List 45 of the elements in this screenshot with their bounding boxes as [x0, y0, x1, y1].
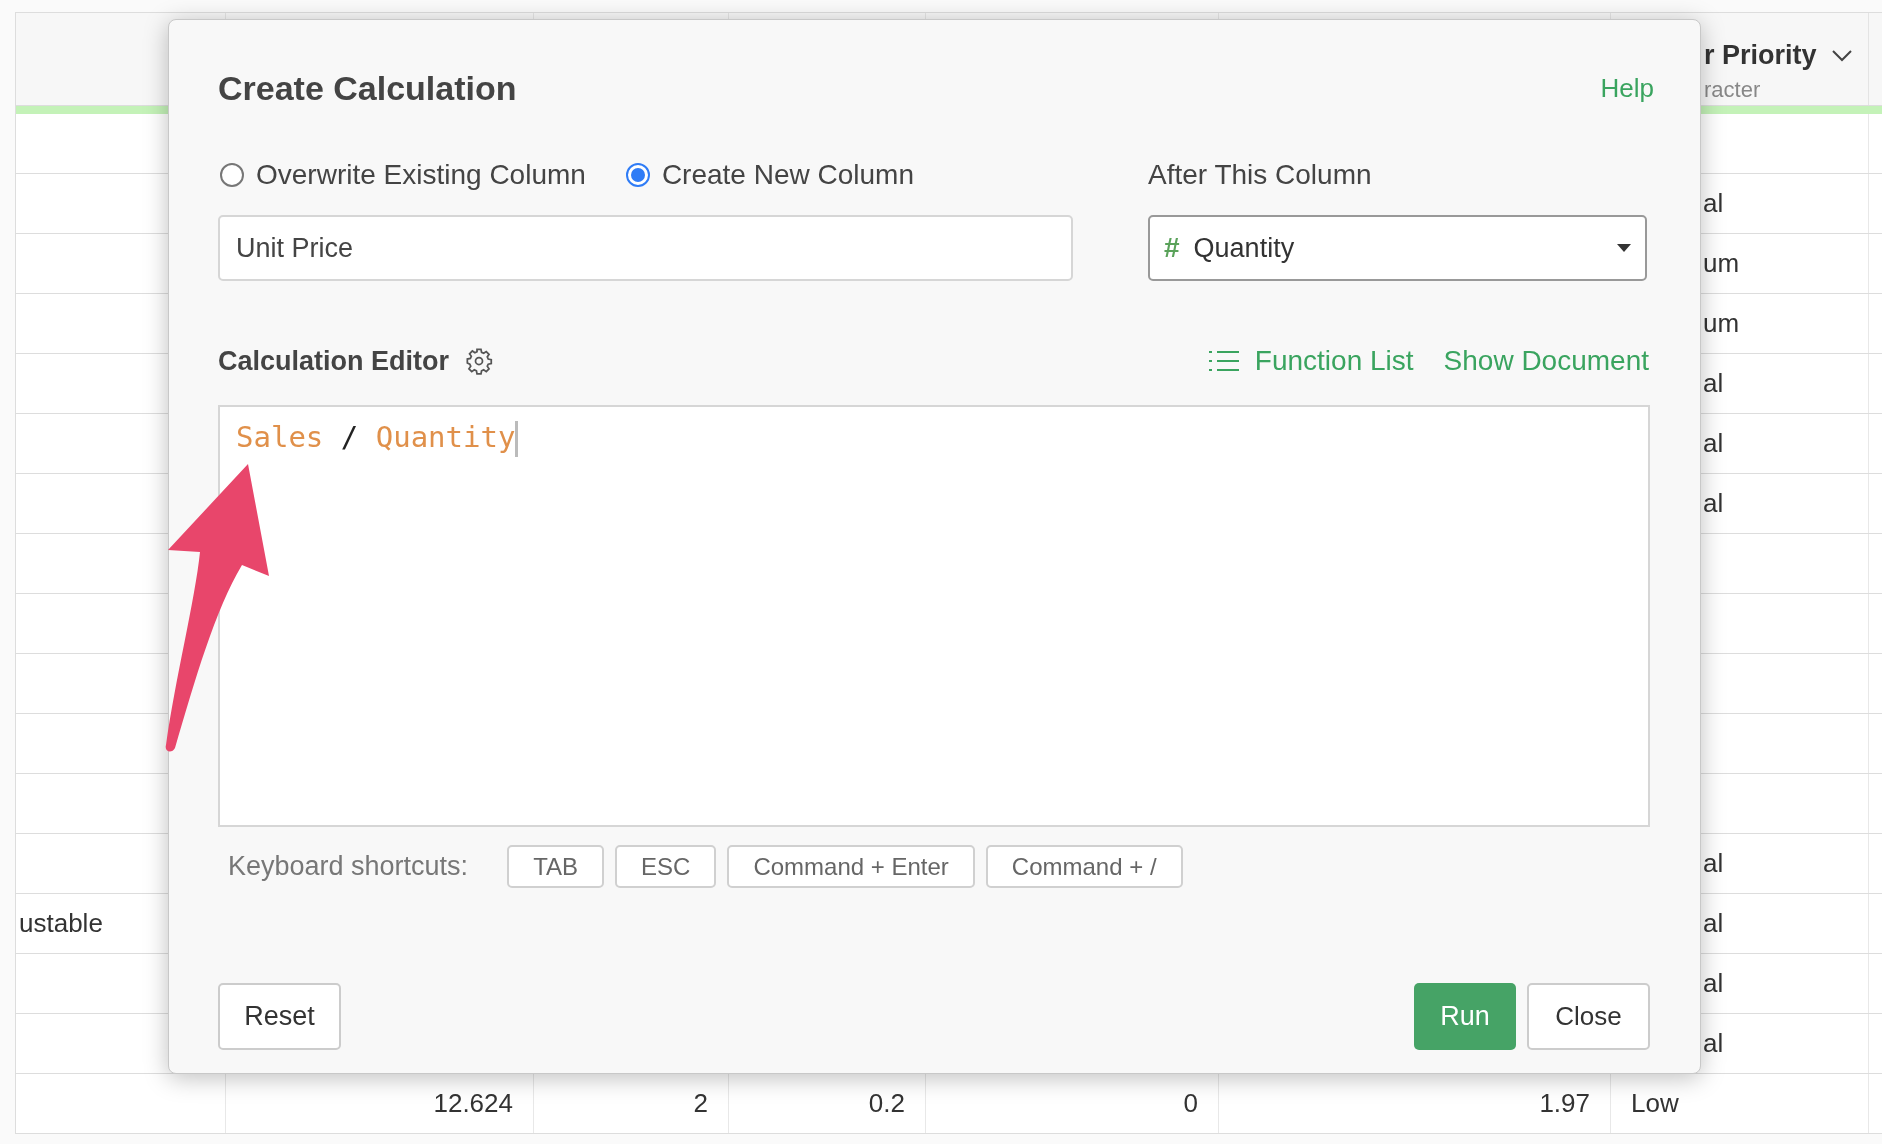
radio-button[interactable] [220, 163, 244, 187]
shortcut-key: ESC [615, 845, 717, 888]
table-cell-text: al [1703, 427, 1724, 460]
table-cell-text: al [1703, 487, 1724, 520]
table-cell-text: ustable [19, 907, 103, 940]
code-token: Sales [236, 420, 324, 454]
table-cell-text: al [1703, 907, 1724, 940]
caret-icon [1617, 244, 1631, 252]
radio-option[interactable]: Overwrite Existing Column [220, 154, 586, 196]
table-cell-text: 0.2 [868, 1087, 905, 1120]
shortcut-key: TAB [507, 845, 605, 888]
column-title[interactable]: r Priority [1704, 35, 1817, 76]
table-cell-text: Low [1631, 1087, 1679, 1120]
code-token: / [340, 420, 359, 454]
code-token: Quantity [375, 420, 516, 454]
field-label: After This Column [1148, 158, 1373, 192]
table-cell-text: al [1703, 847, 1724, 880]
column-select[interactable]: # Quantity [1148, 215, 1647, 281]
table-cell-text: 2 [693, 1087, 708, 1120]
chevron-down-icon[interactable] [1831, 49, 1853, 63]
section-label: Calculation Editor [218, 344, 450, 378]
table-cell-text: 1.97 [1539, 1087, 1590, 1120]
column-type: racter [1704, 76, 1761, 104]
table-cell-text: al [1703, 187, 1724, 220]
table-cell-text: um [1703, 247, 1740, 280]
settings-icon[interactable] [465, 347, 494, 375]
table-cell-text: al [1703, 967, 1724, 1000]
shortcut-key: Command + Enter [727, 845, 975, 888]
list-icon [1208, 350, 1239, 372]
radio-button[interactable] [625, 163, 650, 187]
radio-option[interactable]: Create New Column [625, 154, 914, 196]
shortcuts-label: Keyboard shortcuts: [228, 850, 469, 884]
column-name-field[interactable]: Unit Price [218, 215, 1073, 281]
dialog-title: Create Calculation [218, 68, 517, 109]
shortcut-key: Command + / [985, 845, 1183, 888]
code-editor[interactable]: Sales / Quantity [218, 405, 1650, 827]
table-cell-text: al [1703, 367, 1724, 400]
table-cell-text: 12.624 [433, 1087, 513, 1120]
text-cursor [515, 421, 519, 457]
close-button[interactable]: Close [1527, 983, 1650, 1050]
number-type-icon: # [1164, 227, 1180, 269]
table-cell-text: um [1703, 307, 1740, 340]
table-cell-text: 0 [1183, 1087, 1198, 1120]
reset-button[interactable]: Reset [218, 983, 341, 1050]
table-cell-text: al [1703, 1027, 1724, 1060]
